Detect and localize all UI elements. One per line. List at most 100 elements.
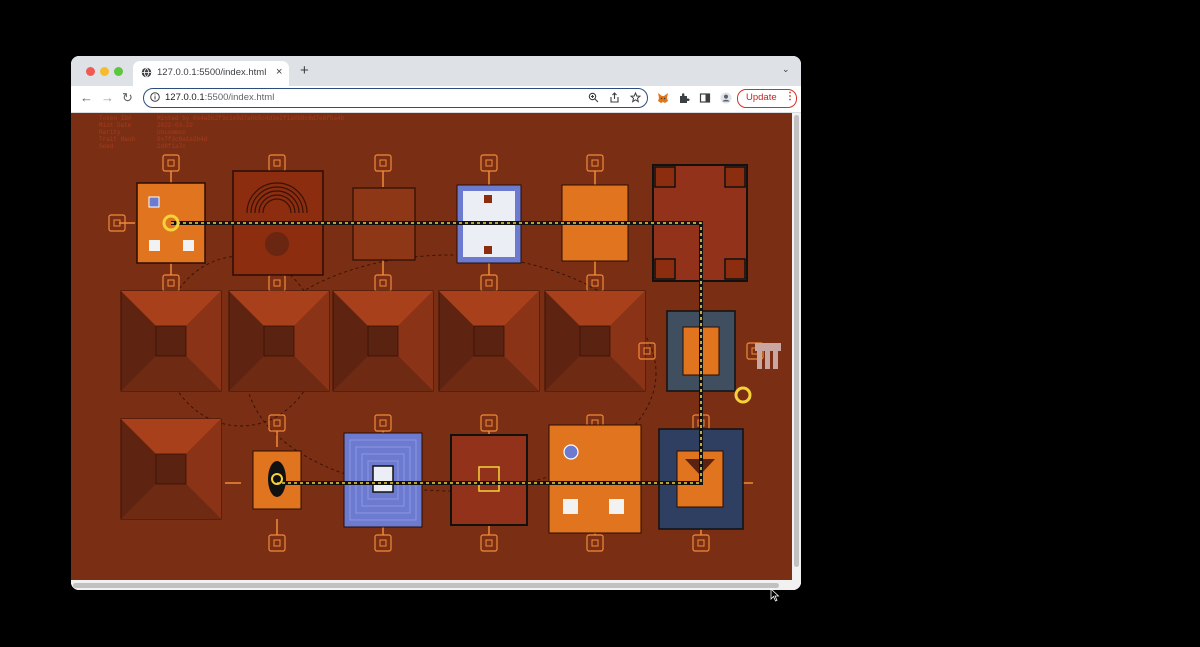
room-block xyxy=(183,240,194,251)
door-tile xyxy=(162,274,180,292)
room-blue-core xyxy=(372,465,394,493)
pillar-glyph xyxy=(773,351,778,369)
door-tile-inner xyxy=(485,279,493,287)
back-button[interactable]: ← xyxy=(80,90,93,105)
door-tile-inner xyxy=(591,279,599,287)
end-marker xyxy=(734,386,752,404)
door-tile xyxy=(480,154,498,172)
url-host: 127.0.0.1 xyxy=(165,92,205,103)
door-tile-inner xyxy=(379,539,387,547)
room-block xyxy=(563,499,578,514)
door-tile xyxy=(586,274,604,292)
update-button[interactable]: Update ⋮ xyxy=(737,89,797,108)
door-tile-inner xyxy=(485,419,493,427)
browser-toolbar: ← → ↻ 127.0.0.1:5500/index.html Update ⋮ xyxy=(71,86,801,113)
horizontal-scrollbar[interactable] xyxy=(71,580,801,590)
door-tile-inner xyxy=(591,539,599,547)
room-marker xyxy=(484,195,492,203)
tab-close-icon[interactable]: × xyxy=(276,66,282,78)
metamask-fox-icon[interactable] xyxy=(657,92,669,104)
browser-tab[interactable]: 127.0.0.1:5500/index.html × xyxy=(133,61,289,86)
horizontal-scroll-thumb[interactable] xyxy=(73,583,779,588)
maximize-window-button[interactable] xyxy=(114,67,123,76)
room-eye xyxy=(563,444,579,460)
url-text[interactable]: 127.0.0.1:5500/index.html xyxy=(165,92,274,103)
globe-icon xyxy=(141,67,152,78)
room-marker xyxy=(484,246,492,254)
door-tile-inner xyxy=(379,159,387,167)
door-tile xyxy=(268,274,286,292)
dungeon-map xyxy=(108,154,781,552)
room-icon xyxy=(148,196,160,208)
door-tile xyxy=(268,414,286,432)
vertical-scroll-thumb[interactable] xyxy=(794,115,799,567)
door-tile-inner xyxy=(379,419,387,427)
page-viewport: Token ID# Minted by 0x4a5b2f3c1e9d7a6b5c4… xyxy=(71,113,801,590)
room-orange-large xyxy=(548,424,642,534)
door-tile-inner xyxy=(273,279,281,287)
pillar-glyph xyxy=(757,351,762,369)
door-tile xyxy=(374,414,392,432)
door-tile xyxy=(480,534,498,552)
door-tile xyxy=(480,274,498,292)
share-icon[interactable] xyxy=(609,92,620,103)
pyramid-top xyxy=(367,325,399,357)
door-tile-inner xyxy=(591,159,599,167)
door-tile-inner xyxy=(167,279,175,287)
pyramid-top xyxy=(263,325,295,357)
door-tile-inner xyxy=(485,159,493,167)
tab-title: 127.0.0.1:5500/index.html xyxy=(157,67,267,78)
minimize-window-button[interactable] xyxy=(100,67,109,76)
tab-strip: 127.0.0.1:5500/index.html × + ⌄ xyxy=(71,56,801,86)
url-path: :5500/index.html xyxy=(204,92,275,103)
close-window-button[interactable] xyxy=(86,67,95,76)
browser-window: 127.0.0.1:5500/index.html × + ⌄ ← → ↻ 12… xyxy=(71,56,801,590)
door-tile xyxy=(162,154,180,172)
room-crimson xyxy=(450,434,528,526)
pyramid-top xyxy=(579,325,611,357)
door-tile-inner xyxy=(485,539,493,547)
new-tab-button[interactable]: + xyxy=(300,62,309,79)
address-bar[interactable]: 127.0.0.1:5500/index.html xyxy=(143,88,648,108)
door-tile xyxy=(586,534,604,552)
browser-menu-icon[interactable]: ⋮ xyxy=(785,91,795,102)
door-tile-inner xyxy=(273,159,281,167)
door-tile-inner xyxy=(273,419,281,427)
pyramid-top xyxy=(155,325,187,357)
extensions-puzzle-icon[interactable] xyxy=(678,92,690,104)
door-tile-inner xyxy=(379,279,387,287)
forward-button[interactable]: → xyxy=(101,90,114,105)
room-corner xyxy=(724,166,746,188)
door-tile xyxy=(374,534,392,552)
room-corner xyxy=(654,258,676,280)
vertical-scrollbar[interactable] xyxy=(792,113,801,580)
door-tile xyxy=(268,154,286,172)
pillar-glyph xyxy=(755,343,781,351)
update-label: Update xyxy=(746,92,777,103)
room-corner xyxy=(654,166,676,188)
door-tile xyxy=(268,534,286,552)
door-tile xyxy=(374,154,392,172)
profile-avatar-icon[interactable] xyxy=(720,92,732,104)
generative-art-canvas: Token ID# Minted by 0x4a5b2f3c1e9d7a6b5c4… xyxy=(71,113,792,580)
reload-button[interactable]: ↻ xyxy=(122,90,133,106)
bookmark-star-icon[interactable] xyxy=(630,92,641,103)
pyramid-top xyxy=(473,325,505,357)
side-panel-icon[interactable] xyxy=(699,92,711,104)
door-tile xyxy=(586,154,604,172)
door-tile xyxy=(374,274,392,292)
door-tile-inner xyxy=(697,539,705,547)
door-tile xyxy=(692,534,710,552)
zoom-icon[interactable] xyxy=(588,92,599,103)
capsule-core xyxy=(268,461,286,497)
pillar-glyph xyxy=(765,351,770,369)
info-icon[interactable] xyxy=(150,92,160,102)
room-block xyxy=(609,499,624,514)
door-tile-inner xyxy=(273,539,281,547)
door-tile-inner xyxy=(167,159,175,167)
mouse-cursor-icon xyxy=(770,588,780,602)
room-corner xyxy=(724,258,746,280)
room-block xyxy=(149,240,160,251)
tab-search-chevron-icon[interactable]: ⌄ xyxy=(782,64,790,75)
pyramid-top xyxy=(155,453,187,485)
